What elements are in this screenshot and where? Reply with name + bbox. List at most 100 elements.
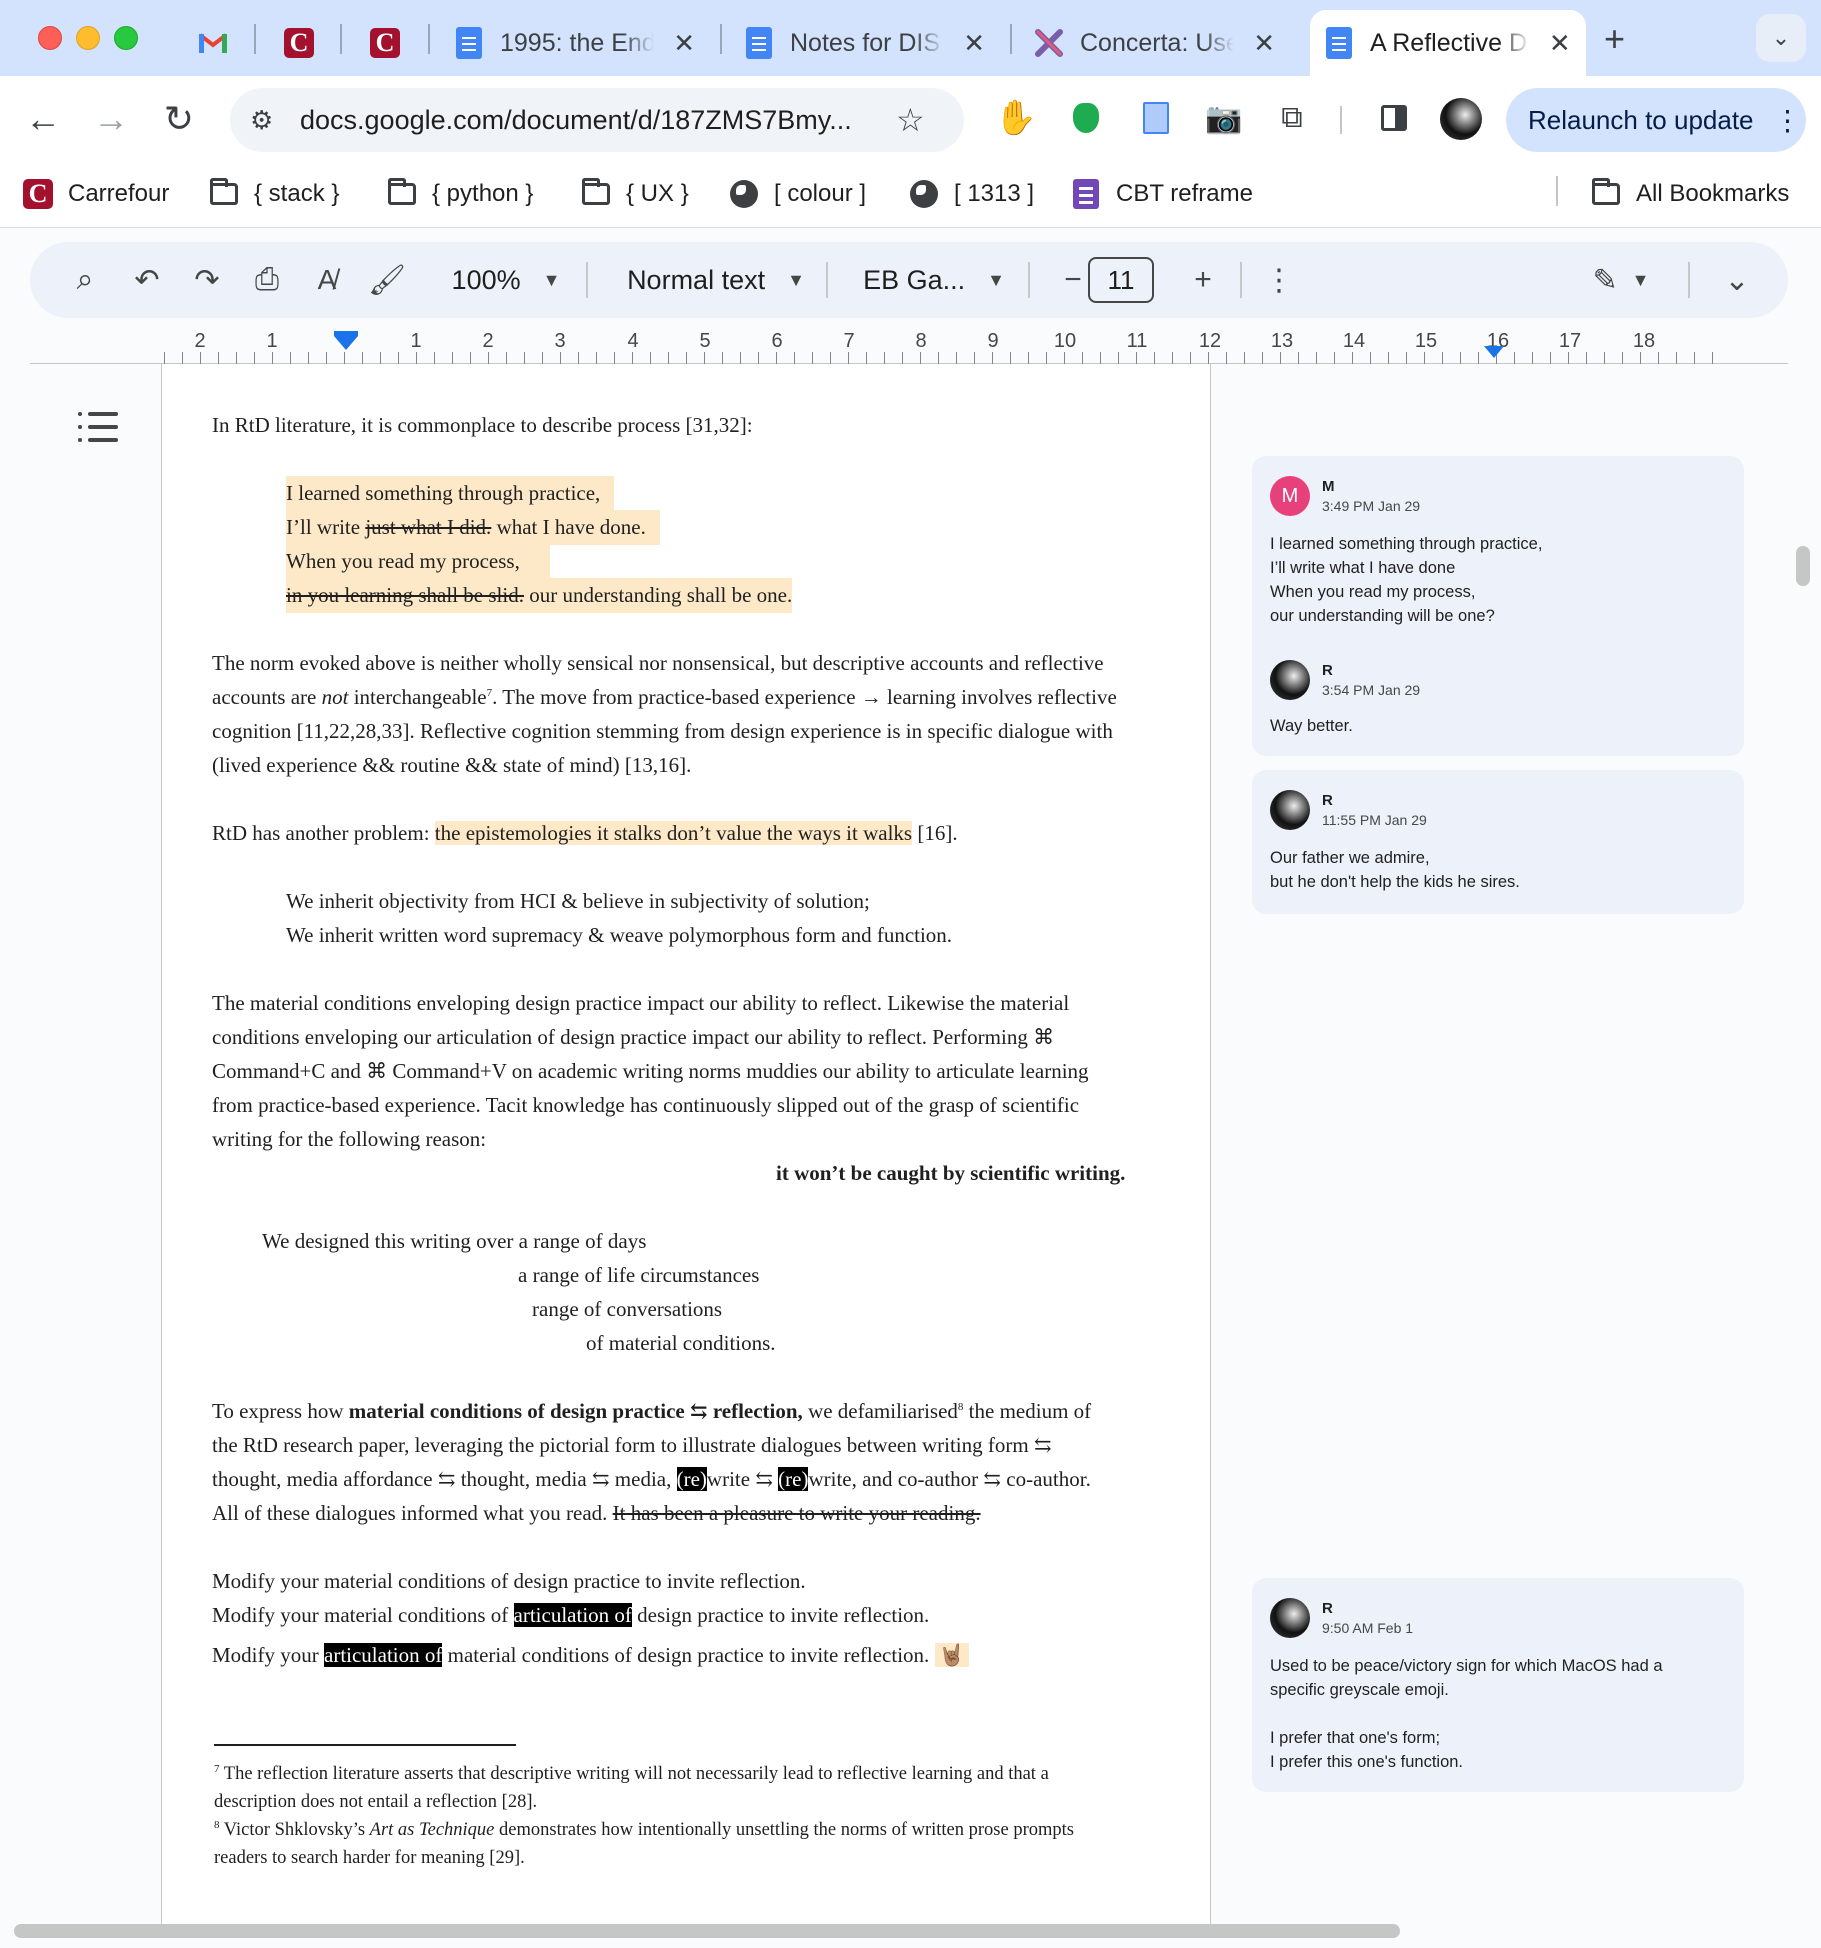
- paragraph-material: Command+C and ⌘ Command+V on academic wr…: [212, 1059, 1089, 1083]
- paragraph-intro: In RtD literature, it is commonplace to …: [212, 413, 753, 437]
- ruler-number: 18: [1632, 330, 1656, 352]
- bookmark-colour[interactable]: [ colour ]: [728, 176, 866, 212]
- bookmark-1313[interactable]: [ 1313 ]: [908, 176, 1034, 212]
- docs-extension-icon[interactable]: [1136, 98, 1176, 138]
- tab-label: A Reflective D: [1370, 28, 1528, 57]
- browser-toolbar: ← → ↻ ⚙ docs.google.com/document/d/187ZM…: [0, 76, 1821, 162]
- ruler-number: 2: [482, 330, 494, 352]
- tab-gmail[interactable]: [184, 10, 258, 76]
- ruler-number: 1: [410, 330, 422, 352]
- reload-icon: ↻: [163, 98, 195, 139]
- comment-author: R: [1322, 662, 1333, 679]
- docs-icon: [454, 27, 484, 59]
- more-options-button[interactable]: ⋮: [1254, 242, 1304, 318]
- paragraph-material: from practice-based experience. Tacit kn…: [212, 1093, 1080, 1117]
- tab-carrefour-1[interactable]: C: [270, 10, 344, 76]
- tab-reflective-active[interactable]: A Reflective D ✕: [1310, 10, 1586, 76]
- folder-icon: [386, 178, 418, 208]
- document-page[interactable]: In RtD literature, it is commonplace to …: [161, 364, 1211, 1924]
- tab-carrefour-2[interactable]: C: [356, 10, 430, 76]
- docs-icon: [1324, 27, 1354, 59]
- bookmark-folder-ux[interactable]: { UX }: [580, 176, 689, 212]
- footnote-7: 7 The reflection literature asserts that…: [214, 1762, 1049, 1784]
- folder-icon: [208, 178, 240, 208]
- comment-time: 11:55 PM Jan 29: [1322, 812, 1427, 828]
- close-icon[interactable]: ✕: [1252, 28, 1276, 59]
- globe-icon: [908, 180, 940, 208]
- reload-button[interactable]: ↻: [154, 94, 204, 144]
- close-icon[interactable]: ✕: [672, 28, 696, 59]
- redo-button[interactable]: ↷: [182, 242, 232, 318]
- print-button[interactable]: ⎙: [242, 242, 292, 318]
- paragraph-norm: accounts are not interchangeable7. The m…: [212, 685, 1117, 709]
- window-close-button[interactable]: [38, 26, 62, 50]
- address-bar[interactable]: ⚙ docs.google.com/document/d/187ZMS7Bmy.…: [230, 88, 964, 152]
- zoom-select[interactable]: 100% ▼: [436, 242, 576, 318]
- forward-button[interactable]: →: [86, 94, 136, 144]
- left-indent-marker[interactable]: [334, 336, 358, 350]
- comment-text: Our father we admire, but he don't help …: [1270, 849, 1520, 891]
- search-menus-button[interactable]: ⌕: [60, 242, 110, 318]
- ruler-number: 11: [1126, 330, 1148, 352]
- extensions-puzzle-icon[interactable]: ⧉: [1272, 98, 1312, 138]
- back-button[interactable]: ←: [18, 94, 68, 144]
- spellcheck-icon: A̸: [317, 264, 337, 295]
- docs-icon: [744, 27, 774, 59]
- avatar: [1270, 1598, 1310, 1638]
- comment-time: 3:49 PM Jan 29: [1322, 498, 1421, 514]
- bookmark-folder-python[interactable]: { python }: [386, 176, 533, 212]
- tab-strip: C C 1995: the End ✕ Notes for DIS ✕ Conc…: [0, 0, 1821, 76]
- comment-thread[interactable]: M M 3:49 PM Jan 29 I learned something t…: [1252, 456, 1744, 756]
- camera-extension-icon[interactable]: 📷: [1204, 98, 1244, 138]
- poem-line: range of conversations: [532, 1297, 723, 1321]
- undo-button[interactable]: ↶: [122, 242, 172, 318]
- font-select[interactable]: EB Ga... ▼: [844, 242, 1024, 318]
- style-select[interactable]: Normal text ▼: [606, 242, 826, 318]
- close-icon[interactable]: ✕: [1548, 28, 1572, 59]
- paragraph-material: The material conditions enveloping desig…: [212, 991, 1070, 1015]
- tab-1995[interactable]: 1995: the End ✕: [440, 10, 710, 76]
- window-zoom-button[interactable]: [114, 26, 138, 50]
- comment-thread[interactable]: R 11:55 PM Jan 29 Our father we admire, …: [1252, 770, 1744, 914]
- bookmark-star-icon[interactable]: ☆: [896, 101, 925, 139]
- horizontal-scrollbar[interactable]: [14, 1924, 1400, 1938]
- tab-concerta[interactable]: Concerta: Use ✕: [1020, 10, 1290, 76]
- bookmarks-bar: C Carrefour { stack } { python } { UX } …: [0, 162, 1821, 228]
- font-size-input[interactable]: 11: [1088, 257, 1154, 303]
- bookmark-label: [ 1313 ]: [954, 180, 1035, 207]
- footnote-8: 8 Victor Shklovsky’s Art as Technique de…: [214, 1818, 1074, 1840]
- folder-icon: [1590, 178, 1622, 208]
- hide-menus-button[interactable]: ⌄: [1712, 242, 1762, 318]
- bookmark-cbt-reframe[interactable]: CBT reframe: [1070, 176, 1253, 212]
- increase-font-size-button[interactable]: +: [1178, 242, 1228, 318]
- tab-search-button[interactable]: ⌄: [1756, 14, 1806, 62]
- close-icon[interactable]: ✕: [962, 28, 986, 59]
- evernote-extension-icon[interactable]: [1066, 98, 1106, 138]
- paragraph-norm: cognition [11,22,28,33]. Reflective cogn…: [212, 719, 1113, 743]
- spellcheck-button[interactable]: A̸: [302, 242, 352, 318]
- menu-kebab-icon[interactable]: ⋮: [1774, 104, 1802, 137]
- profile-avatar[interactable]: [1440, 98, 1482, 140]
- editing-mode-button[interactable]: ✎ ▼: [1576, 242, 1666, 318]
- zoom-value: 100%: [451, 264, 521, 295]
- site-settings-icon[interactable]: ⚙: [250, 105, 290, 136]
- window-minimize-button[interactable]: [76, 26, 100, 50]
- new-tab-button[interactable]: +: [1604, 18, 1625, 60]
- tab-notes-dis[interactable]: Notes for DIS ✕: [730, 10, 1000, 76]
- side-panel-icon[interactable]: [1374, 98, 1414, 138]
- bookmark-all-bookmarks[interactable]: All Bookmarks: [1590, 176, 1789, 212]
- paint-format-button[interactable]: 🖌: [362, 242, 412, 318]
- right-indent-marker[interactable]: [1484, 346, 1504, 358]
- adblock-extension-icon[interactable]: ✋: [995, 98, 1037, 138]
- bookmark-carrefour[interactable]: C Carrefour: [22, 176, 169, 212]
- url-text[interactable]: docs.google.com/document/d/187ZMS7Bmy...: [300, 105, 890, 136]
- ruler[interactable]: 2 1 1 2 3 4 5 6 7 8 9 10 11 12 13 14 15 …: [30, 328, 1788, 364]
- comment-thread[interactable]: R 9:50 AM Feb 1 Used to be peace/victory…: [1252, 1578, 1744, 1792]
- bookmark-folder-stack[interactable]: { stack }: [208, 176, 339, 212]
- poem-line: We designed this writing over a range of…: [262, 1229, 647, 1253]
- document-outline-icon[interactable]: [78, 410, 118, 446]
- bookmark-label: All Bookmarks: [1636, 180, 1790, 207]
- relaunch-button[interactable]: Relaunch to update ⋮: [1506, 88, 1806, 152]
- vertical-scrollbar[interactable]: [1796, 546, 1810, 586]
- caret-down-icon: ▼: [787, 269, 805, 290]
